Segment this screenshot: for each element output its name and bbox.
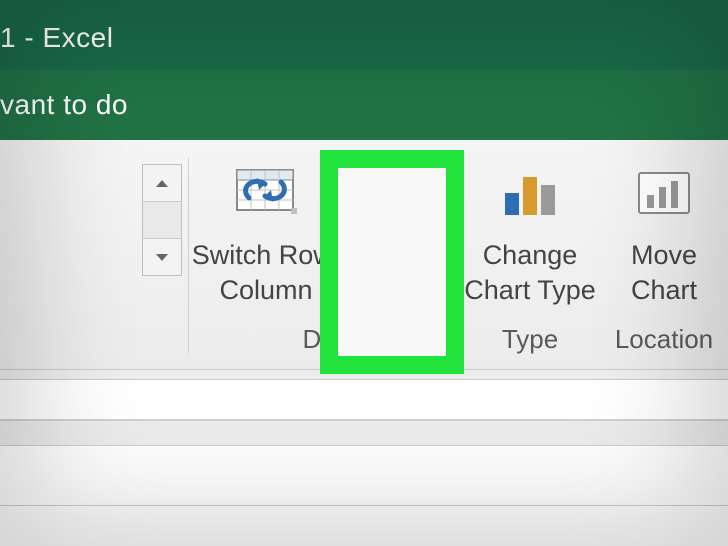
worksheet-area[interactable] <box>0 370 728 546</box>
sheet-row <box>0 420 728 446</box>
group-separator <box>188 158 189 353</box>
sheet-row <box>0 506 728 546</box>
change-chart-type-label: Change Chart Type <box>464 238 596 307</box>
change-chart-type-icon <box>501 169 559 224</box>
title-bar: 1 - Excel <box>0 0 728 70</box>
select-data-icon <box>362 166 426 227</box>
switch-row-column-button[interactable]: Switch Row/ Column <box>202 156 330 307</box>
switch-row-column-label: Switch Row/ Column <box>192 238 341 307</box>
ribbon-group-data: Switch Row/ Column <box>200 140 460 369</box>
group-label-type: Type <box>460 324 600 355</box>
switch-row-column-icon <box>235 168 297 225</box>
ribbon: Switch Row/ Column <box>0 140 728 370</box>
gallery-scroll-up-button[interactable] <box>143 165 181 202</box>
change-chart-type-button[interactable]: Change Chart Type <box>460 156 600 307</box>
select-data-label: Select Data <box>356 238 431 307</box>
sheet-edge <box>0 370 728 380</box>
tell-me-bar[interactable]: vant to do <box>0 70 728 140</box>
ribbon-group-location: Move Chart Location <box>600 140 728 369</box>
move-chart-icon <box>635 169 693 224</box>
gallery-scroll-down-button[interactable] <box>143 239 181 275</box>
sheet-row <box>0 446 728 506</box>
app-title: 1 - Excel <box>0 22 113 54</box>
gallery-scroll <box>142 164 182 276</box>
group-label-data: Data <box>200 324 460 355</box>
tell-me-text: vant to do <box>0 89 128 121</box>
move-chart-button[interactable]: Move Chart <box>604 156 724 307</box>
select-data-button[interactable]: Select Data <box>330 156 458 307</box>
gallery-scroll-handle[interactable] <box>143 202 181 239</box>
group-label-location: Location <box>600 324 728 355</box>
ribbon-group-type: Change Chart Type Type <box>460 140 600 369</box>
move-chart-label: Move Chart <box>631 238 697 307</box>
sheet-row <box>0 380 728 420</box>
